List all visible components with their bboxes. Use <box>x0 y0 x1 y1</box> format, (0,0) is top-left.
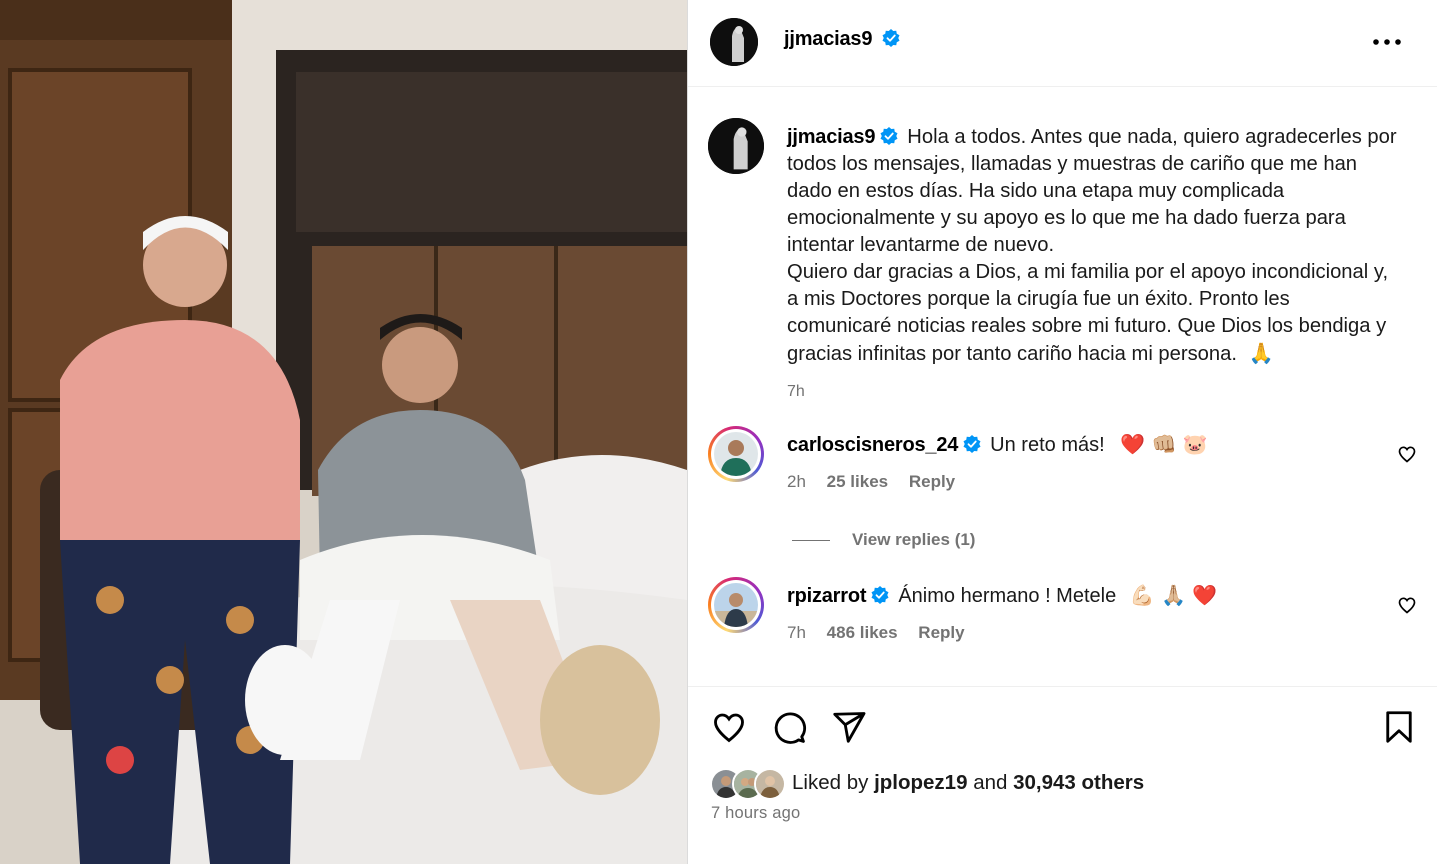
comment-meta: 2h 25 likes Reply <box>787 472 971 492</box>
caption-text-line: emocionalmente y su apoyo es lo que me h… <box>787 207 1346 229</box>
comment-bubble-icon <box>774 712 807 744</box>
post-photo[interactable] <box>0 0 687 864</box>
commenter-username[interactable]: carloscisneros_24 <box>787 434 958 456</box>
caption-avatar-image <box>708 118 764 174</box>
author-avatar-image <box>710 18 758 66</box>
comment-time[interactable]: 2h <box>787 472 806 491</box>
liked-by-prefix: Liked by <box>792 771 869 794</box>
post-caption: jjmacias9 Hola a todos. Antes que nada, … <box>787 124 1415 405</box>
caption-text-line: Hola a todos. Antes que nada, quiero agr… <box>907 126 1397 148</box>
comment-body: rpizarrot Ánimo hermano ! Metele 💪🏻 🙏🏼 ❤… <box>787 583 1367 608</box>
commenter-avatar-image <box>714 583 758 627</box>
reply-button[interactable]: Reply <box>918 623 964 642</box>
comment-text: Ánimo hermano ! Metele <box>898 585 1117 607</box>
liked-by-user[interactable]: jplopez19 <box>874 771 967 794</box>
comment-likes[interactable]: 25 likes <box>827 472 888 491</box>
comment-button[interactable] <box>771 709 807 750</box>
caption-text-line: a mis Doctores porque la cirugía fue un … <box>787 288 1290 310</box>
view-replies-button[interactable]: View replies (1) <box>792 530 975 550</box>
caption-text-line: intentar levantarme de nuevo. <box>787 234 1055 256</box>
comment-item: carloscisneros_24 Un reto más! ❤️ 👊🏼 🐷 2… <box>708 426 1418 506</box>
comment-item: rpizarrot Ánimo hermano ! Metele 💪🏻 🙏🏼 ❤… <box>708 577 1418 657</box>
bookmark-icon <box>1386 711 1412 743</box>
post-header: jjmacias9 <box>688 0 1437 87</box>
more-options-icon <box>1373 39 1401 45</box>
caption-text-line: gracias infinitas por tanto cariño hacia… <box>787 343 1237 365</box>
caption-text-line: comunicaré noticias reales sobre mi futu… <box>787 315 1387 337</box>
liker-avatars[interactable] <box>710 768 788 800</box>
author-username[interactable]: jjmacias9 <box>784 28 872 50</box>
view-replies-label: View replies (1) <box>852 530 976 549</box>
caption-author-avatar[interactable] <box>708 118 764 174</box>
author-avatar[interactable] <box>710 18 758 66</box>
commenter-avatar[interactable] <box>708 426 764 482</box>
post-actions-bar: Liked by jplopez19 and 30,943 others 7 h… <box>688 686 1437 865</box>
post-image <box>0 0 687 864</box>
comment-text: Un reto más! <box>990 434 1105 456</box>
caption-text-line: dado en estos días. Ha sido una etapa mu… <box>787 180 1285 202</box>
post-side-panel: jjmacias9 jjmacias9 Hola a todos. Antes … <box>687 0 1437 865</box>
liker-avatar <box>754 768 786 800</box>
heart-icon <box>714 713 744 743</box>
comment-meta: 7h 486 likes Reply <box>787 623 981 643</box>
verified-badge-icon <box>871 586 889 604</box>
caption-text-line: todos los mensajes, llamadas y muestras … <box>787 153 1358 175</box>
more-options-button[interactable] <box>1369 28 1405 56</box>
heart-outline-icon <box>1398 597 1416 614</box>
commenter-username[interactable]: rpizarrot <box>787 585 867 607</box>
comment-likes[interactable]: 486 likes <box>827 623 898 642</box>
share-button[interactable] <box>831 709 867 750</box>
comment-like-button[interactable] <box>1397 444 1417 469</box>
caption-timestamp[interactable]: 7h <box>787 378 1415 405</box>
likes-summary: Liked by jplopez19 and 30,943 others <box>792 771 1144 795</box>
comment-body: carloscisneros_24 Un reto más! ❤️ 👊🏼 🐷 <box>787 432 1367 457</box>
liked-and: and <box>973 771 1008 794</box>
commenter-avatar[interactable] <box>708 577 764 633</box>
caption-text-line: Quiero dar gracias a Dios, a mi familia … <box>787 261 1389 283</box>
verified-badge-icon <box>963 435 981 453</box>
post-timestamp[interactable]: 7 hours ago <box>711 804 800 823</box>
reply-button[interactable]: Reply <box>909 472 955 491</box>
heart-outline-icon <box>1398 446 1416 463</box>
praying-hands-emoji: 🙏 <box>1248 341 1274 365</box>
commenter-avatar-image <box>714 432 758 476</box>
comment-emoji: 💪🏻 🙏🏼 ❤️ <box>1129 583 1218 607</box>
paper-plane-icon <box>833 712 866 743</box>
comment-like-button[interactable] <box>1397 595 1417 620</box>
caption-username[interactable]: jjmacias9 <box>787 126 875 148</box>
verified-badge-icon <box>882 29 900 47</box>
liked-others-count[interactable]: 30,943 others <box>1013 771 1144 794</box>
replies-divider <box>792 540 830 542</box>
comment-emoji: ❤️ 👊🏼 🐷 <box>1120 432 1208 456</box>
verified-badge-icon <box>880 127 898 145</box>
comment-time[interactable]: 7h <box>787 623 806 642</box>
save-button[interactable] <box>1381 709 1417 750</box>
like-button[interactable] <box>710 709 748 750</box>
